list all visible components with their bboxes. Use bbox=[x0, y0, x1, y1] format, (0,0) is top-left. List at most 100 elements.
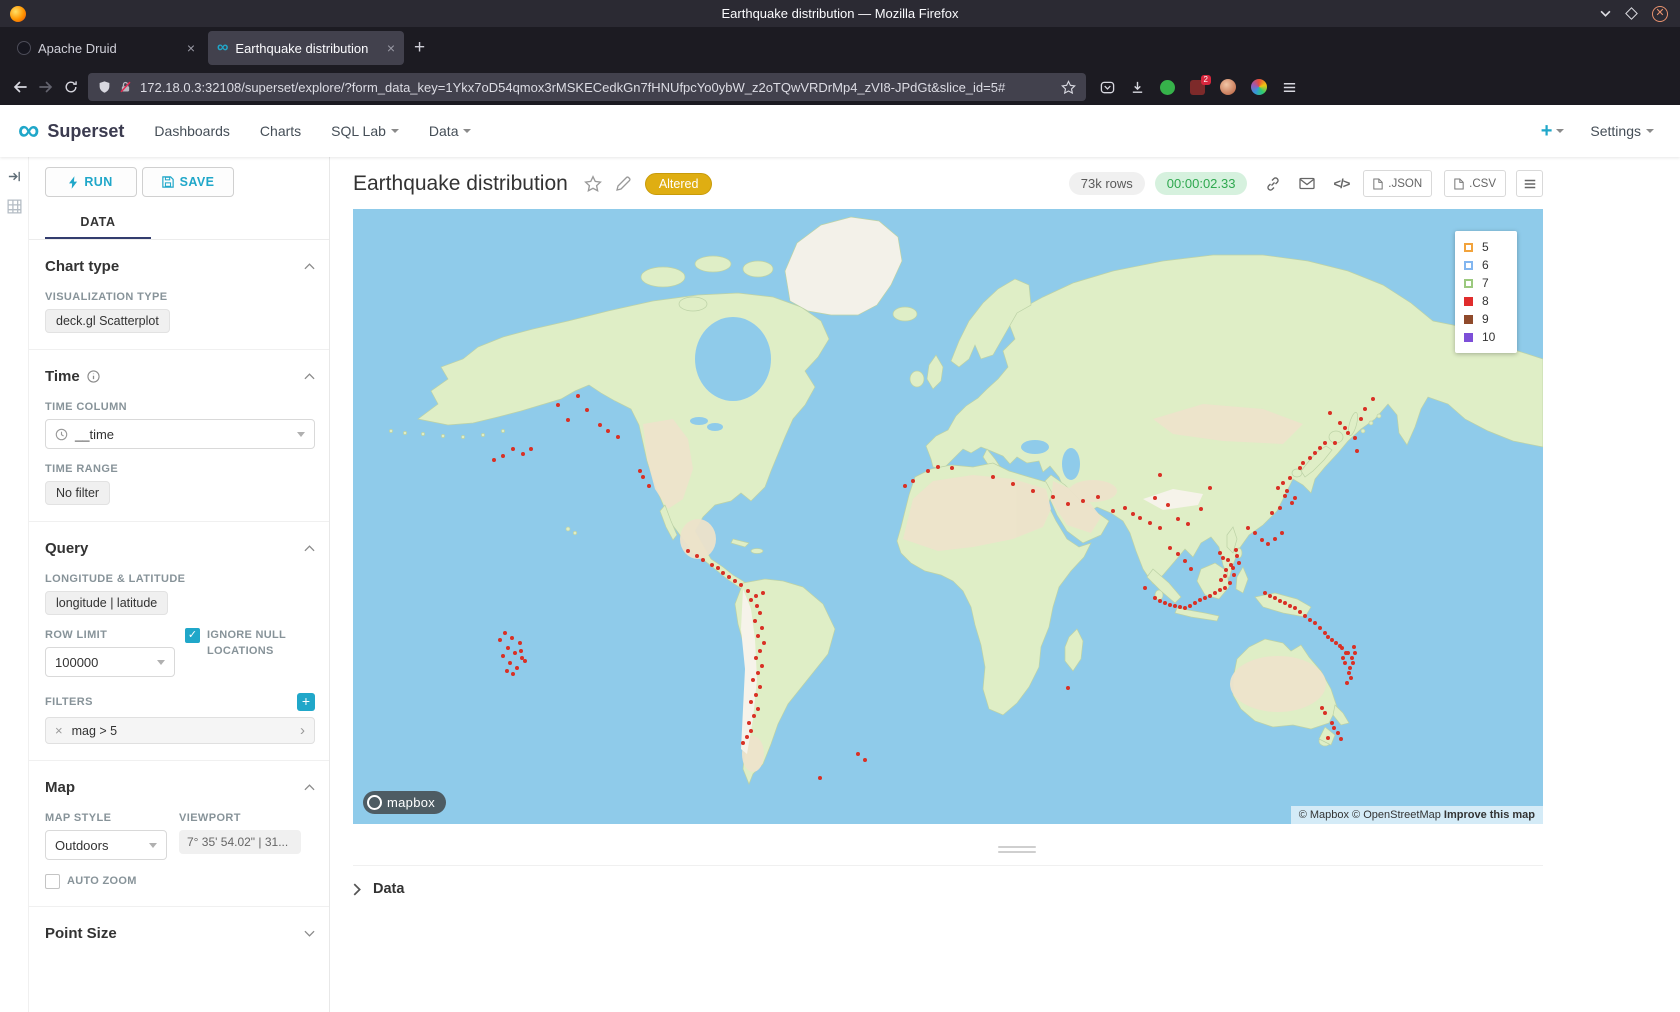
earthquake-point bbox=[1328, 411, 1332, 415]
extension-green-icon[interactable] bbox=[1160, 80, 1175, 95]
new-tab-button[interactable]: + bbox=[414, 37, 425, 59]
nav-add-button[interactable]: + bbox=[1541, 120, 1565, 143]
edit-properties-icon[interactable] bbox=[615, 176, 631, 192]
section-point-size[interactable]: Point Size bbox=[45, 907, 315, 944]
legend-item[interactable]: 9 bbox=[1464, 312, 1503, 326]
earthquake-point bbox=[1343, 661, 1347, 665]
earthquake-point bbox=[1168, 603, 1172, 607]
map-legend: 5 6 7 8 9 10 bbox=[1455, 231, 1517, 353]
add-filter-button[interactable]: + bbox=[297, 693, 315, 711]
earthquake-point bbox=[529, 447, 533, 451]
earthquake-point bbox=[1371, 397, 1375, 401]
chart-menu-button[interactable] bbox=[1516, 170, 1543, 197]
window-close-button[interactable]: ✕ bbox=[1652, 6, 1668, 22]
viz-type-chip[interactable]: deck.gl Scatterplot bbox=[45, 309, 170, 333]
tab-earthquake-distribution[interactable]: ∞ Earthquake distribution × bbox=[208, 31, 404, 65]
earthquake-point bbox=[518, 641, 522, 645]
insecure-lock-icon[interactable] bbox=[119, 80, 132, 94]
tab-data[interactable]: DATA bbox=[45, 205, 151, 239]
earthquake-point bbox=[1341, 656, 1345, 660]
earthquake-point bbox=[1246, 526, 1250, 530]
back-button[interactable] bbox=[12, 79, 28, 95]
lonlat-chip[interactable]: longitude | latitude bbox=[45, 591, 168, 615]
extension-pinwheel-icon[interactable] bbox=[1251, 79, 1267, 95]
row-limit-select[interactable]: 100000 bbox=[45, 647, 175, 677]
section-time[interactable]: Time bbox=[45, 350, 315, 387]
earthquake-point bbox=[1313, 451, 1317, 455]
earthquake-point bbox=[1166, 503, 1170, 507]
favorite-star-icon[interactable] bbox=[584, 175, 602, 193]
earthquake-point bbox=[739, 583, 743, 587]
legend-item[interactable]: 8 bbox=[1464, 294, 1503, 308]
nav-dashboards[interactable]: Dashboards bbox=[154, 123, 230, 139]
nav-data[interactable]: Data bbox=[429, 123, 472, 139]
filter-chip[interactable]: × mag > 5 › bbox=[45, 717, 315, 744]
menu-hamburger-icon[interactable] bbox=[1282, 80, 1297, 95]
chart-header: Earthquake distribution Altered 73k rows… bbox=[353, 170, 1543, 197]
improve-map-link[interactable]: Improve this map bbox=[1444, 809, 1535, 821]
map-attribution[interactable]: © Mapbox © OpenStreetMap Improve this ma… bbox=[1291, 806, 1543, 824]
chevron-up-icon bbox=[304, 373, 315, 380]
section-map[interactable]: Map bbox=[45, 761, 315, 798]
url-text[interactable]: 172.18.0.3:32108/superset/explore/?form_… bbox=[140, 80, 1053, 95]
legend-item[interactable]: 5 bbox=[1464, 240, 1503, 254]
export-csv-button[interactable]: .CSV bbox=[1444, 170, 1506, 197]
nav-sql-lab[interactable]: SQL Lab bbox=[331, 123, 399, 139]
superset-logo[interactable]: ∞ Superset bbox=[18, 118, 124, 144]
map-canvas[interactable]: 5 6 7 8 9 10 mapbox © Mapbox © OpenStreetMap … bbox=[353, 209, 1543, 824]
legend-item[interactable]: 10 bbox=[1464, 330, 1503, 344]
tab-close-icon[interactable]: × bbox=[387, 40, 395, 56]
legend-label: 10 bbox=[1482, 330, 1495, 344]
extension-red-icon[interactable]: 2 bbox=[1190, 80, 1205, 95]
window-maximize-button[interactable] bbox=[1625, 7, 1638, 20]
section-query[interactable]: Query bbox=[45, 522, 315, 559]
earthquake-point bbox=[716, 566, 720, 570]
earthquake-point bbox=[1339, 737, 1343, 741]
remove-filter-icon[interactable]: × bbox=[55, 723, 63, 738]
tab-close-icon[interactable]: × bbox=[187, 40, 195, 56]
downloads-icon[interactable] bbox=[1130, 80, 1145, 95]
address-input[interactable]: 172.18.0.3:32108/superset/explore/?form_… bbox=[88, 73, 1086, 101]
reload-button[interactable] bbox=[64, 80, 78, 94]
altered-badge[interactable]: Altered bbox=[645, 173, 713, 195]
caret-down-icon bbox=[297, 432, 305, 437]
embed-code-icon[interactable]: </> bbox=[1333, 176, 1349, 191]
share-email-icon[interactable] bbox=[1299, 177, 1315, 190]
bookmark-star-icon[interactable] bbox=[1061, 80, 1076, 95]
forward-button[interactable] bbox=[38, 79, 54, 95]
earthquake-point bbox=[513, 651, 517, 655]
tracking-shield-icon[interactable] bbox=[98, 80, 111, 94]
earthquake-point bbox=[1290, 501, 1294, 505]
map-style-select[interactable]: Outdoors bbox=[45, 830, 167, 860]
export-json-button[interactable]: .JSON bbox=[1363, 170, 1432, 197]
time-column-select[interactable]: __time bbox=[45, 419, 315, 449]
dataset-grid-icon[interactable] bbox=[6, 198, 23, 215]
earthquake-point bbox=[511, 672, 515, 676]
run-button[interactable]: RUN bbox=[45, 167, 137, 197]
earthquake-point bbox=[749, 598, 753, 602]
earthquake-point bbox=[1158, 473, 1162, 477]
earthquake-point bbox=[741, 741, 745, 745]
section-chart-type[interactable]: Chart type bbox=[45, 240, 315, 277]
window-minimize-button[interactable] bbox=[1600, 10, 1611, 17]
nav-settings[interactable]: Settings bbox=[1590, 123, 1654, 139]
legend-item[interactable]: 6 bbox=[1464, 258, 1503, 272]
earthquake-point bbox=[1301, 461, 1305, 465]
account-avatar[interactable] bbox=[1220, 79, 1236, 95]
ignore-null-checkbox[interactable]: ✓ bbox=[185, 628, 200, 643]
earthquake-point bbox=[1178, 605, 1182, 609]
save-button[interactable]: SAVE bbox=[142, 167, 234, 197]
legend-item[interactable]: 7 bbox=[1464, 276, 1503, 290]
expand-panel-icon[interactable] bbox=[7, 169, 22, 184]
auto-zoom-checkbox[interactable] bbox=[45, 874, 60, 889]
viewport-value[interactable]: 7° 35' 54.02" | 31... bbox=[179, 830, 301, 854]
data-results-panel[interactable]: Data bbox=[353, 865, 1543, 897]
pocket-icon[interactable] bbox=[1100, 80, 1115, 95]
time-range-chip[interactable]: No filter bbox=[45, 481, 110, 505]
save-icon bbox=[162, 176, 174, 188]
nav-charts[interactable]: Charts bbox=[260, 123, 301, 139]
mapbox-logo[interactable]: mapbox bbox=[363, 791, 446, 814]
copy-link-icon[interactable] bbox=[1265, 176, 1281, 192]
panel-resize-handle[interactable] bbox=[998, 846, 1036, 853]
tab-apache-druid[interactable]: Apache Druid × bbox=[8, 31, 204, 65]
